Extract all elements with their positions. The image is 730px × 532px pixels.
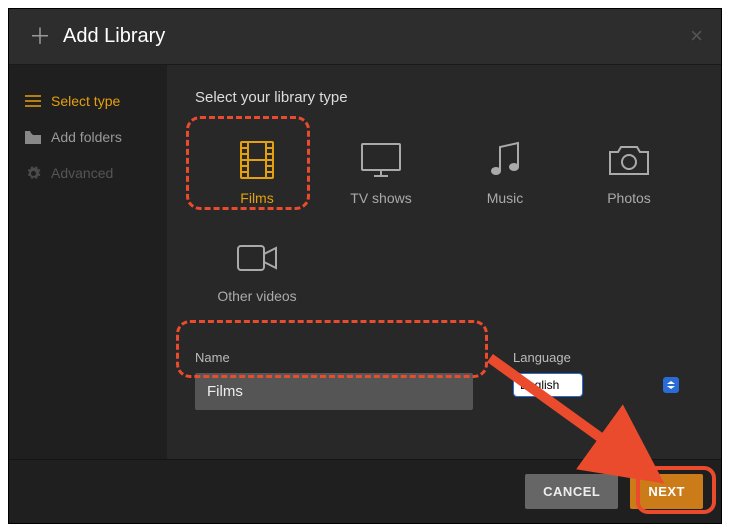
type-music[interactable]: Music [443,124,567,222]
section-title: Select your library type [195,89,693,106]
name-label: Name [195,350,473,365]
folder-icon [25,131,41,144]
list-icon [25,95,41,107]
close-icon[interactable]: × [690,25,703,47]
modal-footer: CANCEL NEXT [9,459,721,523]
modal-body: Select type Add folders Advanced Select … [9,65,721,459]
camera-icon [608,140,650,180]
modal-title: Add Library [63,25,165,48]
type-label: Music [487,190,524,206]
sidebar-label: Advanced [51,165,113,181]
gear-icon [25,166,41,181]
language-field-group: Language English [513,350,693,410]
next-button[interactable]: NEXT [630,474,703,509]
main-panel: Select your library type Films [167,65,721,459]
film-icon [239,140,275,180]
type-label: Films [240,190,273,206]
language-select[interactable]: English [513,373,583,397]
sidebar-item-advanced[interactable]: Advanced [9,155,167,191]
sidebar-label: Add folders [51,129,122,145]
type-label: Photos [607,190,651,206]
type-tv-shows[interactable]: TV shows [319,124,443,222]
type-films[interactable]: Films [195,124,319,222]
type-label: Other videos [217,288,296,304]
sidebar-label: Select type [51,93,120,109]
language-select-wrap: English [513,373,683,397]
name-field-group: Name [195,350,473,410]
name-input[interactable] [195,373,473,410]
sidebar-item-add-folders[interactable]: Add folders [9,119,167,155]
sidebar: Select type Add folders Advanced [9,65,167,459]
language-label: Language [513,350,693,365]
type-photos[interactable]: Photos [567,124,691,222]
type-other-videos[interactable]: Other videos [195,222,319,320]
sidebar-item-select-type[interactable]: Select type [9,83,167,119]
form-row: Name Language English [195,350,693,410]
type-label: TV shows [350,190,411,206]
music-icon [488,140,522,180]
plus-icon: ＋ [29,26,51,48]
library-types: Films TV shows [195,124,693,320]
video-icon [236,238,278,278]
modal-header: ＋ Add Library × [9,9,721,65]
add-library-modal: ＋ Add Library × Select type Add folders [8,8,722,524]
cancel-button[interactable]: CANCEL [525,474,618,509]
tv-icon [360,140,402,180]
